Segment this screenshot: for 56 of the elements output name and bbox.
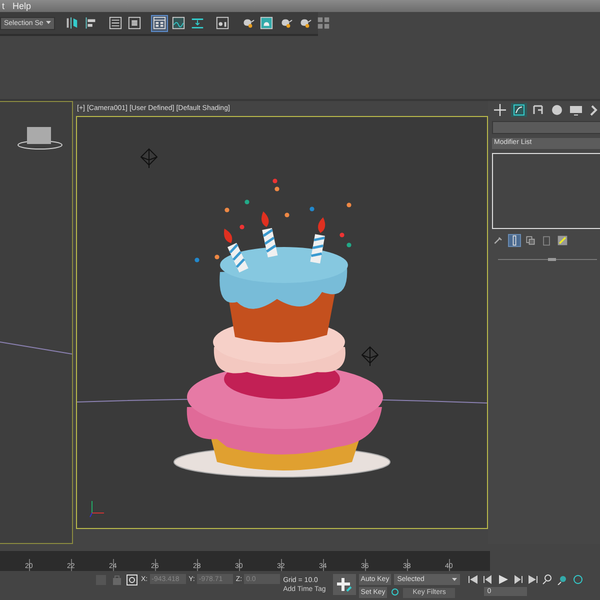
- key-plus-button[interactable]: [332, 574, 356, 595]
- play-icon: [497, 574, 510, 585]
- list-icon: [108, 15, 124, 31]
- name-field[interactable]: [492, 121, 600, 134]
- search-icon: [542, 574, 554, 585]
- mirror-icon: [64, 15, 80, 31]
- circle-tab[interactable]: [549, 103, 565, 117]
- window-grid-button[interactable]: [151, 14, 168, 32]
- copy-icon: [525, 234, 536, 246]
- menu-item[interactable]: t: [2, 1, 5, 11]
- caret-icon: [452, 578, 458, 582]
- go-start-icon: [467, 574, 480, 585]
- modifier-stack[interactable]: [492, 153, 600, 229]
- layers-icon: [127, 15, 142, 31]
- window-teapot-icon: [259, 15, 274, 31]
- lock-icon: [111, 573, 123, 587]
- camera-icon: [362, 346, 379, 366]
- curve-window-button[interactable]: [170, 14, 188, 32]
- monitor-tab[interactable]: [568, 103, 584, 117]
- window-spheres-button[interactable]: [214, 14, 232, 32]
- crosshair-icon: [126, 574, 138, 586]
- caret-icon: [46, 21, 52, 25]
- search-button[interactable]: [542, 574, 554, 585]
- menu-item[interactable]: Help: [12, 1, 32, 11]
- copy-button[interactable]: [524, 234, 537, 246]
- go-start-button[interactable]: [467, 574, 480, 585]
- pencil-grid-icon: [557, 234, 568, 246]
- play-button[interactable]: [497, 574, 510, 585]
- next-frame-icon: [512, 574, 524, 585]
- window-teapot-button[interactable]: [258, 14, 276, 32]
- layers-button[interactable]: [126, 14, 144, 32]
- axis-tripod-icon: [90, 500, 104, 518]
- window-grid-icon: [152, 15, 168, 31]
- window-spheres-icon: [215, 15, 230, 31]
- plus-icon: [335, 576, 354, 594]
- camera-icon: [140, 148, 158, 168]
- orbit-icon: [572, 574, 584, 585]
- prev-frame-button[interactable]: [482, 574, 494, 585]
- go-end-button[interactable]: [527, 574, 540, 585]
- bar-button[interactable]: [508, 234, 521, 246]
- horizon-line: [0, 340, 72, 356]
- hierarchy-icon: [531, 103, 545, 117]
- orbit-button[interactable]: [572, 574, 584, 585]
- monitor-icon: [569, 103, 583, 117]
- curve-icon: [512, 103, 526, 117]
- list-button[interactable]: [107, 14, 124, 32]
- plus-tab[interactable]: [492, 103, 508, 117]
- plus-icon: [493, 103, 507, 117]
- pencil-grid-button[interactable]: [556, 234, 569, 246]
- curve-tab[interactable]: [511, 103, 527, 117]
- prev-frame-icon: [482, 574, 494, 585]
- next-frame-button[interactable]: [512, 574, 524, 585]
- go-end-icon: [527, 574, 540, 585]
- circle-icon: [550, 103, 564, 117]
- curve-window-icon: [171, 15, 186, 31]
- quad-icon: [316, 15, 332, 31]
